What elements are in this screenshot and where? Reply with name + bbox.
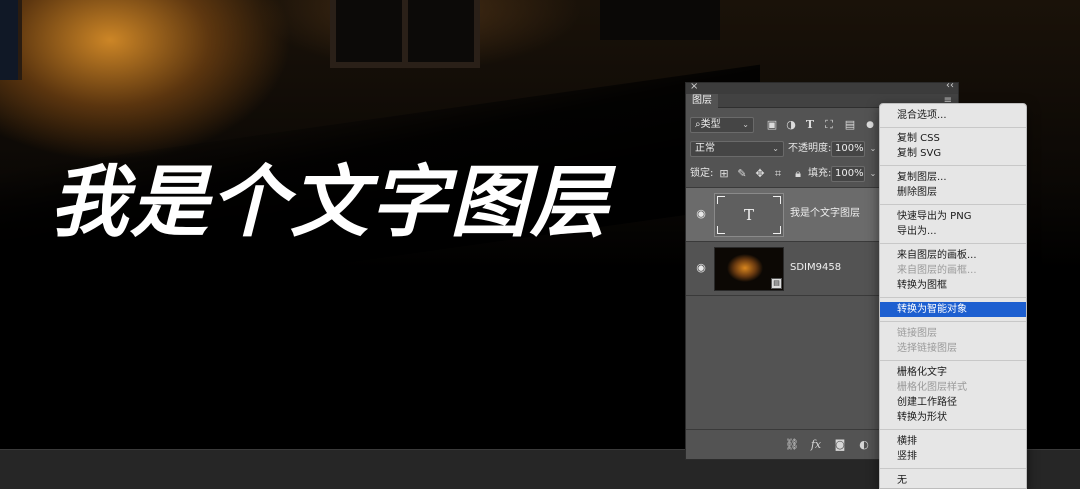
menu-item-convert-to-smart-object[interactable]: 转换为智能对象 xyxy=(880,302,1026,317)
menu-item-delete-layer[interactable]: 删除图层 xyxy=(880,185,1026,200)
menu-separator xyxy=(880,165,1026,166)
menu-separator xyxy=(880,360,1026,361)
menu-item-duplicate-layer[interactable]: 复制图层... xyxy=(880,170,1026,185)
close-icon[interactable]: × xyxy=(690,81,698,92)
lock-label: 锁定: xyxy=(690,168,714,179)
fill-input[interactable]: 100% xyxy=(831,166,865,182)
background-window-left xyxy=(0,0,22,80)
opacity-label: 不透明度: xyxy=(788,143,832,154)
menu-item-export-as[interactable]: 导出为... xyxy=(880,224,1026,239)
filter-kind-select[interactable]: ⌕类型 ⌄ xyxy=(690,117,754,133)
menu-separator xyxy=(880,204,1026,205)
menu-separator xyxy=(880,429,1026,430)
menu-item-rasterize-layer-style: 栅格化图层样式 xyxy=(897,382,967,393)
menu-separator xyxy=(880,127,1026,128)
chevron-down-icon: ⌄ xyxy=(742,120,749,129)
menu-item-artboard-from-layers[interactable]: 来自图层的画板... xyxy=(880,248,1026,263)
tab-layers[interactable]: 图层 xyxy=(686,94,718,108)
layer-name[interactable]: 我是个文字图层 xyxy=(790,206,860,222)
menu-item-quick-export-png[interactable]: 快速导出为 PNG xyxy=(880,209,1026,224)
smart-object-badge-icon: ▤ xyxy=(771,278,782,289)
add-mask-icon[interactable]: ◙ xyxy=(832,437,848,453)
type-layer-filter-icon[interactable]: T xyxy=(802,117,818,133)
filter-toggle-icon[interactable]: ● xyxy=(862,117,878,133)
canvas-text-layer[interactable]: 我是个文字图层 xyxy=(50,140,610,252)
pixel-layer-filter-icon[interactable]: ▣ xyxy=(764,117,780,133)
blend-mode-select[interactable]: 正常 ⌄ xyxy=(690,141,784,157)
photo-layer-thumbnail: ▤ xyxy=(714,247,784,291)
menu-item-blending-options[interactable]: 混合选项... xyxy=(880,108,1026,123)
menu-separator xyxy=(880,468,1026,469)
layer-style-fx-icon[interactable]: fx xyxy=(808,437,824,453)
chevron-down-icon: ⌄ xyxy=(772,144,779,153)
adjustment-layer-filter-icon[interactable]: ◑ xyxy=(783,117,799,133)
lock-all-icon[interactable]: 🔒︎ xyxy=(790,166,806,182)
window-mullion xyxy=(402,0,408,62)
layer-context-menu: 混合选项... 复制 CSS 复制 SVG 复制图层... 删除图层 快速导出为… xyxy=(879,103,1027,489)
lock-image-pixels-icon[interactable]: ✎ xyxy=(734,166,750,182)
menu-item-rasterize-type[interactable]: 栅格化文字 xyxy=(880,365,1026,380)
background-shadow xyxy=(600,0,720,40)
fill-label: 填充: xyxy=(808,168,832,179)
menu-item-copy-svg[interactable]: 复制 SVG xyxy=(880,146,1026,161)
opacity-input[interactable]: 100% xyxy=(831,141,865,157)
menu-item-convert-to-shape[interactable]: 转换为形状 xyxy=(880,410,1026,425)
type-icon: T xyxy=(743,206,754,224)
collapse-icon[interactable]: ‹‹ xyxy=(946,80,954,91)
menu-separator xyxy=(880,243,1026,244)
menu-item-link-layers: 链接图层 xyxy=(897,328,937,339)
menu-item-frame-from-layers: 来自图层的画框... xyxy=(897,265,977,276)
lock-transparent-pixels-icon[interactable]: ⊞ xyxy=(716,166,732,182)
panel-titlebar[interactable]: × ‹‹ xyxy=(686,80,958,94)
menu-item-convert-to-frame[interactable]: 转换为图框 xyxy=(880,278,1026,293)
link-layers-icon[interactable]: ⛓ xyxy=(784,437,800,453)
shape-layer-filter-icon[interactable]: ⛶ xyxy=(821,117,837,133)
menu-item-vertical[interactable]: 竖排 xyxy=(880,449,1026,464)
eye-icon[interactable]: ◉ xyxy=(694,207,708,221)
menu-item-copy-css[interactable]: 复制 CSS xyxy=(880,131,1026,146)
eye-icon[interactable]: ◉ xyxy=(694,261,708,275)
menu-separator xyxy=(880,297,1026,298)
menu-separator xyxy=(880,321,1026,322)
smart-object-filter-icon[interactable]: ▤ xyxy=(842,117,858,133)
menu-item-select-linked-layers: 选择链接图层 xyxy=(897,343,957,354)
lock-artboard-icon[interactable]: ⌗ xyxy=(770,166,786,182)
background-window xyxy=(330,0,480,68)
text-layer-thumbnail: T xyxy=(714,193,784,237)
layer-name[interactable]: SDIM9458 xyxy=(790,260,841,276)
menu-item-none[interactable]: 无 xyxy=(880,473,1026,488)
adjustment-layer-icon[interactable]: ◐ xyxy=(856,437,872,453)
menu-item-create-work-path[interactable]: 创建工作路径 xyxy=(880,395,1026,410)
menu-item-horizontal[interactable]: 横排 xyxy=(880,434,1026,449)
lock-position-icon[interactable]: ✥ xyxy=(752,166,768,182)
